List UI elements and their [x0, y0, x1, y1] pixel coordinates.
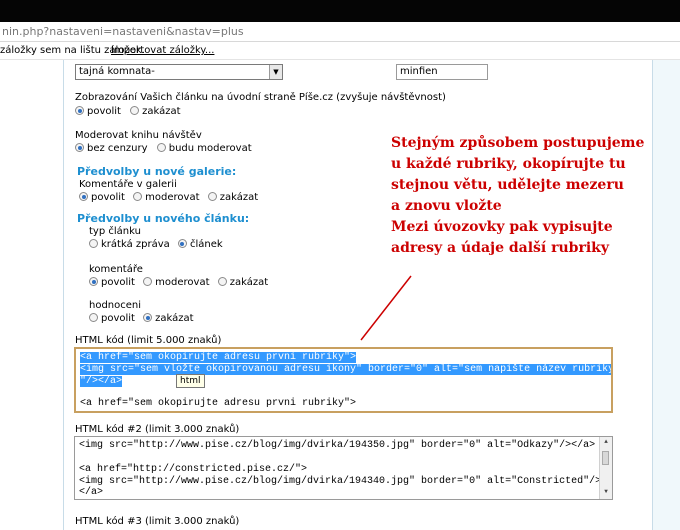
html2-line-4: <img src="http://www.pise.cz/blog/img/dv…	[79, 476, 602, 487]
html2-line-5: </a>	[79, 487, 104, 498]
scroll-up-icon[interactable]: ▲	[600, 437, 612, 447]
html2-label: HTML kód #2 (limit 3.000 znaků)	[75, 424, 240, 435]
html1-line-1: <a href="sem okopirujte adresu prvni rub…	[80, 352, 357, 363]
html1-line-2: <img src="sem vložte okopirovanou adresu…	[80, 364, 613, 375]
html1-textarea[interactable]: <a href="sem okopirujte adresu prvni rub…	[74, 347, 613, 413]
tooltip: html	[176, 374, 205, 388]
html1-line-5: <a href="sem okopirujte adresu prvni rub…	[80, 398, 357, 409]
html2-line-3: <a href="http://constricted.pise.cz/">	[79, 464, 308, 475]
scroll-thumb[interactable]	[602, 451, 609, 465]
scroll-down-icon[interactable]: ▼	[600, 487, 612, 497]
html2-line-1: <img src="http://www.pise.cz/blog/img/dv…	[79, 440, 596, 451]
html1-line-3: "/></a>	[80, 376, 123, 387]
html1-label: HTML kód (limit 5.000 znaků)	[75, 335, 222, 346]
arrow-line	[360, 275, 412, 341]
html2-textarea[interactable]: <img src="http://www.pise.cz/blog/img/dv…	[74, 436, 613, 500]
html2-scrollbar[interactable]: ▲ ▼	[599, 437, 612, 499]
html3-label: HTML kód #3 (limit 3.000 znaků)	[75, 516, 240, 527]
